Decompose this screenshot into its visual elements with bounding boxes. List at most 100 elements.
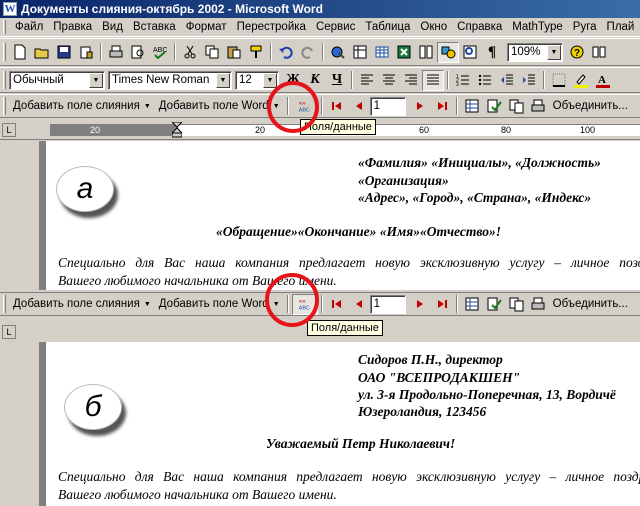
chevron-down-icon[interactable]: ▼	[547, 44, 561, 60]
menu-table[interactable]: Таблица	[360, 21, 415, 33]
align-right-icon[interactable]	[400, 70, 422, 91]
previous-record-icon[interactable]	[348, 294, 370, 315]
menu-tools[interactable]: Сервис	[311, 21, 360, 33]
menu-rebuild[interactable]: Перестройка	[232, 21, 311, 33]
style-select[interactable]: Обычный ▼	[9, 70, 105, 90]
drawing-icon[interactable]	[437, 41, 459, 63]
ruler-number: 80	[501, 125, 512, 135]
insert-table-icon[interactable]	[371, 42, 393, 63]
underline-icon[interactable]: Ч	[326, 70, 348, 91]
merge-to-button[interactable]: Объединить...	[549, 96, 632, 117]
menu-window[interactable]: Окно	[415, 21, 452, 33]
menu-insert[interactable]: Вставка	[128, 21, 181, 33]
columns-icon[interactable]	[415, 42, 437, 63]
menu-play[interactable]: Плай	[602, 21, 640, 33]
tables-borders-icon[interactable]	[349, 42, 371, 63]
toolbar-grip[interactable]	[3, 295, 6, 313]
decrease-indent-icon[interactable]	[496, 70, 518, 91]
page-shadow	[39, 342, 46, 506]
tooltip-fields-data: Поля/данные	[307, 320, 383, 336]
borders-icon[interactable]	[548, 70, 570, 91]
numbered-list-icon[interactable]: 123	[452, 70, 474, 91]
document-page-b[interactable]: Сидоров П.Н., директор ОАО "ВСЕПРОДАКШЕН…	[0, 342, 640, 506]
address-line: Юзероландия, 123456	[358, 404, 487, 419]
insert-merge-field-button[interactable]: Добавить поле слияния ▼	[9, 96, 155, 117]
record-number-input[interactable]: 1	[369, 96, 406, 116]
previous-record-icon[interactable]	[348, 96, 370, 117]
last-record-icon[interactable]	[431, 294, 453, 315]
align-center-icon[interactable]	[378, 70, 400, 91]
chevron-down-icon[interactable]: ▼	[263, 72, 277, 88]
merge-to-document-icon[interactable]	[505, 294, 527, 315]
hyperlink-icon[interactable]	[327, 42, 349, 63]
menu-grip[interactable]	[3, 20, 6, 34]
merge-to-document-icon[interactable]	[505, 96, 527, 117]
word-app-icon[interactable]: W	[3, 2, 17, 16]
save-icon[interactable]	[53, 42, 75, 63]
indent-marker-icon[interactable]	[172, 122, 182, 138]
insert-excel-icon[interactable]	[393, 42, 415, 63]
undo-icon[interactable]	[275, 42, 297, 63]
merge-to-printer-icon[interactable]	[527, 96, 549, 117]
insert-merge-field-button[interactable]: Добавить поле слияния ▼	[9, 294, 155, 315]
address-line: «Адрес», «Город», «Страна», «Индекс»	[358, 190, 592, 205]
menu-view[interactable]: Вид	[97, 21, 128, 33]
last-record-icon[interactable]	[431, 96, 453, 117]
format-painter-icon[interactable]	[245, 42, 267, 63]
check-errors-icon[interactable]	[483, 294, 505, 315]
menu-ruga[interactable]: Руга	[568, 21, 602, 33]
new-document-icon[interactable]	[9, 42, 31, 63]
font-select[interactable]: Times New Roman ▼	[108, 70, 232, 90]
print-icon[interactable]	[105, 42, 127, 63]
document-map-icon[interactable]	[459, 42, 481, 63]
spelling-icon[interactable]: ABC	[149, 42, 171, 63]
menu-file[interactable]: Файл	[10, 21, 48, 33]
ruler-number: 100	[580, 125, 596, 135]
menu-mathtype[interactable]: MathType	[507, 21, 568, 33]
document-page-a[interactable]: «Фамилия» «Инициалы», «Должность» «Орган…	[0, 141, 640, 290]
show-hide-icon[interactable]: ¶	[481, 42, 503, 63]
align-left-icon[interactable]	[356, 70, 378, 91]
read-icon[interactable]	[588, 42, 610, 63]
merge-to-printer-icon[interactable]	[527, 294, 549, 315]
open-folder-icon[interactable]	[31, 42, 53, 63]
zoom-select[interactable]: 109% ▼	[507, 42, 563, 62]
formatting-toolbar: Обычный ▼ Times New Roman ▼ 12 ▼ Ж К Ч 1…	[0, 67, 640, 93]
font-size-select[interactable]: 12 ▼	[235, 70, 279, 90]
paste-icon[interactable]	[223, 42, 245, 63]
insert-word-field-button[interactable]: Добавить поле Word ▼	[155, 96, 284, 117]
first-record-icon[interactable]	[326, 96, 348, 117]
justify-icon[interactable]	[422, 69, 444, 91]
record-number-input[interactable]: 1	[369, 294, 406, 314]
address-line: ул. 3-я Продольно-Поперечная, 13, Вордич…	[358, 387, 616, 402]
copy-icon[interactable]	[201, 42, 223, 63]
print-preview-icon[interactable]	[127, 42, 149, 63]
menu-format[interactable]: Формат	[181, 21, 232, 33]
chevron-down-icon[interactable]: ▼	[89, 72, 103, 88]
toolbar-grip[interactable]	[3, 71, 6, 89]
mail-merge-recipients-icon[interactable]	[461, 294, 483, 315]
tab-selector-icon[interactable]: L	[2, 325, 16, 339]
cut-icon[interactable]	[179, 42, 201, 63]
check-errors-icon[interactable]	[483, 96, 505, 117]
next-record-icon[interactable]	[409, 294, 431, 315]
merge-to-button[interactable]: Объединить...	[549, 294, 632, 315]
permission-icon[interactable]	[75, 42, 97, 63]
help-icon[interactable]: ?	[566, 42, 588, 63]
increase-indent-icon[interactable]	[518, 70, 540, 91]
menu-edit[interactable]: Правка	[48, 21, 97, 33]
bullet-list-icon[interactable]	[474, 70, 496, 91]
next-record-icon[interactable]	[409, 96, 431, 117]
highlight-icon[interactable]	[570, 70, 592, 91]
toolbar-grip[interactable]	[3, 97, 6, 115]
mail-merge-recipients-icon[interactable]	[461, 96, 483, 117]
address-line: ОАО "ВСЕПРОДАКШЕН"	[358, 370, 521, 385]
font-color-icon[interactable]: A	[592, 70, 614, 91]
chevron-down-icon[interactable]: ▼	[216, 72, 230, 88]
redo-icon[interactable]	[297, 42, 319, 63]
first-record-icon[interactable]	[326, 294, 348, 315]
tab-selector-icon[interactable]: L	[2, 123, 16, 137]
chevron-down-icon: ▼	[143, 300, 151, 308]
menu-help[interactable]: Справка	[452, 21, 507, 33]
toolbar-grip[interactable]	[3, 43, 6, 61]
